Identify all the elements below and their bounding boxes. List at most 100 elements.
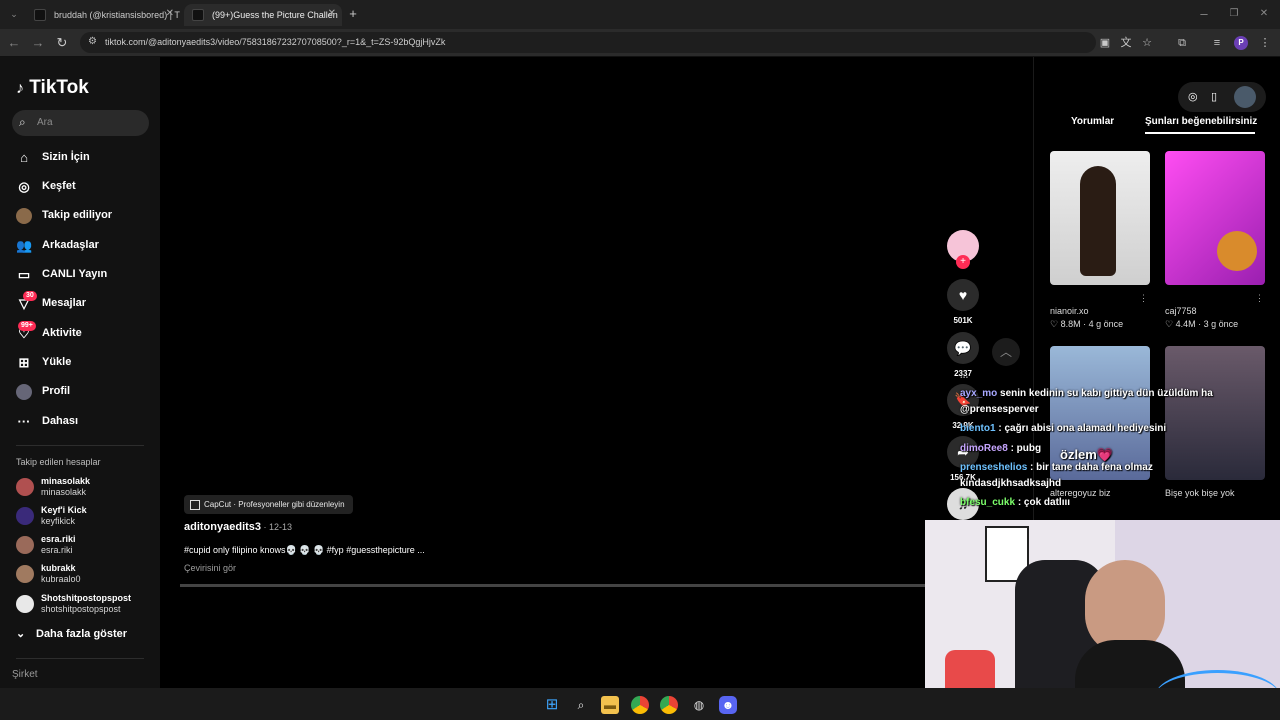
nav-live[interactable]: ▭ CANLI Yayın <box>16 265 156 285</box>
capcut-tag[interactable]: CapCut · Profesyoneller gibi düzenleyin <box>184 495 353 514</box>
window-close-icon[interactable]: ✕ <box>1256 6 1272 22</box>
menu-dots-icon[interactable]: ⋮ <box>1258 36 1272 50</box>
video-author[interactable]: aditonyaedits3 · 12-13 <box>184 521 292 533</box>
followed-account[interactable]: minasolakk minasolakk <box>16 476 156 500</box>
following-avatar-icon <box>16 208 32 224</box>
windows-start-icon[interactable]: ⊞ <box>543 696 561 714</box>
thumbnail-user[interactable]: caj7758 <box>1165 306 1197 316</box>
chat-username: dimoRee8 <box>960 443 1008 454</box>
compass-icon: ◎ <box>18 179 30 194</box>
profile-icon <box>16 384 32 400</box>
cast-icon[interactable]: ▣ <box>1098 36 1112 50</box>
more-dots-icon[interactable]: ⋮ <box>1139 293 1148 304</box>
nav-messages[interactable]: ▽ 30 Mesajlar <box>16 291 156 314</box>
nav-activity[interactable]: ♡ 99+ Aktivite <box>16 321 156 344</box>
thumbnail-user[interactable]: nianoir.xo <box>1050 306 1089 316</box>
thumbnail-figure <box>1080 166 1116 276</box>
chevron-down-icon: ⌄ <box>16 628 26 640</box>
nav-for-you[interactable]: ⌂ Sizin İçin <box>16 148 156 168</box>
video-player[interactable]: CapCut · Profesyoneller gibi düzenleyin … <box>160 57 1033 688</box>
home-icon: ⌂ <box>20 150 28 165</box>
video-description: #cupid only filipino knows💀 💀 💀 #fyp #gu… <box>184 545 425 555</box>
followed-account[interactable]: kubrakk kubraalo0 <box>16 563 156 587</box>
follow-plus-icon[interactable]: + <box>956 255 970 269</box>
chat-message: prenseshelios : bir tane daha fena olmaz <box>960 462 1153 473</box>
chrome-profile-icon[interactable] <box>660 696 678 714</box>
mobile-icon[interactable]: ▯ <box>1211 90 1217 103</box>
followed-account[interactable]: Keyf'i Kick keyfikick <box>16 505 156 529</box>
tab-active[interactable]: (99+)Guess the Picture Challen ✕ <box>184 4 342 26</box>
like-count: 501K <box>953 316 973 325</box>
translate-icon[interactable]: 文 <box>1119 36 1133 50</box>
profile-avatar[interactable]: P <box>1234 36 1248 50</box>
video-thumbnail[interactable] <box>1165 151 1265 285</box>
tab-inactive[interactable]: bruddah (@kristiansisbored) | T ✕ <box>26 4 180 26</box>
minimize-icon[interactable]: – <box>1196 6 1212 22</box>
reading-list-icon[interactable]: ≡ <box>1210 36 1224 50</box>
translate-link[interactable]: Çevirisini gör <box>184 563 236 573</box>
back-icon[interactable]: ← <box>6 35 22 51</box>
chat-username: bfesu_cukk <box>960 497 1016 508</box>
company-link[interactable]: Şirket <box>12 669 38 680</box>
compass-icon[interactable]: ◎ <box>1188 90 1198 103</box>
maximize-icon[interactable]: ❐ <box>1226 6 1242 22</box>
steam-icon[interactable]: ◍ <box>690 696 708 714</box>
tab-search-icon[interactable]: ⌄ <box>6 6 22 22</box>
live-icon: ▭ <box>17 267 31 282</box>
close-icon[interactable]: ✕ <box>328 8 336 19</box>
followed-account[interactable]: esra.riki esra.riki <box>16 534 156 558</box>
video-thumbnail[interactable] <box>1050 151 1150 285</box>
nav-explore[interactable]: ◎ Keşfet <box>16 177 156 197</box>
like-button[interactable]: ♥ <box>947 279 979 311</box>
chat-message: @prensesperver <box>960 404 1039 415</box>
reload-icon[interactable]: ↻ <box>54 35 70 51</box>
activity-badge: 99+ <box>18 321 36 331</box>
thumbnail-tiger <box>1217 231 1257 271</box>
more-dots-icon: ··· <box>17 414 31 429</box>
browser-toolbar: ← → ↻ ⚙ tiktok.com/@aditonyaedits3/video… <box>0 29 1280 57</box>
new-tab-icon[interactable]: + <box>345 6 361 22</box>
search-icon: ⌕ <box>19 115 26 129</box>
extensions-icon[interactable]: ⧉ <box>1175 36 1189 50</box>
tiktok-logo[interactable]: ♪ TikTok <box>16 77 89 99</box>
more-dots-icon[interactable]: ⋮ <box>1255 293 1264 304</box>
address-bar[interactable]: ⚙ tiktok.com/@aditonyaedits3/video/75831… <box>80 32 1096 53</box>
chrome-icon[interactable] <box>631 696 649 714</box>
search-icon[interactable]: ⌕ <box>572 696 590 714</box>
close-icon[interactable]: ✕ <box>166 8 174 19</box>
thumbnail-user[interactable]: Bişe yok bişe yok <box>1165 488 1235 498</box>
chat-message: özlem💗 <box>1060 447 1114 462</box>
search-placeholder: Ara <box>37 117 53 128</box>
capcut-icon <box>190 499 200 510</box>
divider <box>16 658 144 659</box>
file-explorer-icon[interactable]: ▬ <box>601 696 619 714</box>
tab-you-may-like[interactable]: Şunları beğenebilirsiniz <box>1145 116 1257 127</box>
nav-profile[interactable]: Profil <box>16 382 156 402</box>
comment-button[interactable]: 💬 <box>947 332 979 364</box>
bookmark-star-icon[interactable]: ☆ <box>1140 36 1154 50</box>
followed-account[interactable]: Shotshitpostopspost shotshitpostopspost <box>16 593 156 617</box>
search-input[interactable]: ⌕ Ara <box>12 110 149 136</box>
friends-icon: 👥 <box>16 238 33 253</box>
chat-message: ... <box>960 370 969 381</box>
user-avatar[interactable] <box>1234 86 1256 108</box>
nav-following[interactable]: Takip ediliyor <box>16 206 156 226</box>
scroll-up-icon[interactable]: ︿ <box>992 338 1020 366</box>
nav-friends[interactable]: 👥 Arkadaşlar <box>16 236 156 256</box>
tab-comments[interactable]: Yorumlar <box>1071 116 1114 127</box>
video-progress-bar[interactable] <box>180 584 930 587</box>
heart-icon: ♥ <box>958 287 968 303</box>
forward-icon[interactable]: → <box>30 35 46 51</box>
video-thumbnail[interactable] <box>1165 346 1265 480</box>
tab-title: bruddah (@kristiansisbored) | T <box>54 10 180 20</box>
nav-upload[interactable]: ⊞ Yükle <box>16 353 156 373</box>
messages-badge: 30 <box>23 291 37 301</box>
chat-username: biento1 <box>960 423 996 434</box>
browser-tab-strip: ⌄ bruddah (@kristiansisbored) | T ✕ (99+… <box>0 0 1280 29</box>
site-info-icon[interactable]: ⚙ <box>88 36 97 47</box>
discord-icon[interactable]: ☻ <box>719 696 737 714</box>
show-more-button[interactable]: ⌄ Daha fazla göster <box>16 627 127 640</box>
chat-username: prenseshelios <box>960 462 1028 473</box>
thumbnail-stats: ♡ 8.8M · 4 g önce <box>1050 319 1124 329</box>
nav-more[interactable]: ··· Dahası <box>16 412 156 432</box>
